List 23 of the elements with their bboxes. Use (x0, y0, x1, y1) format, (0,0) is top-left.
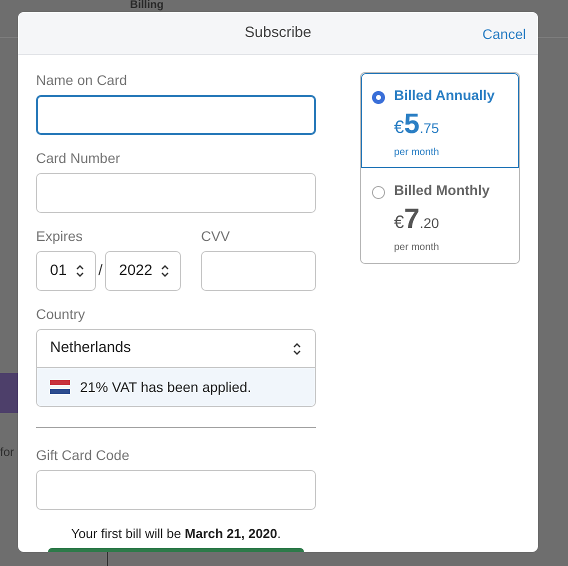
field-label: Gift Card Code (36, 446, 130, 464)
cancel-button[interactable]: Cancel (482, 24, 526, 45)
year-select[interactable]: 2022 (105, 251, 181, 291)
vat-text: 21% VAT has been applied. (80, 378, 252, 397)
page-title: Billing (130, 0, 164, 11)
field-label: Expires (36, 227, 84, 245)
field-label: Name on Card (36, 71, 128, 89)
dialog-title: Subscribe (244, 22, 312, 43)
field-label: Card Number (36, 149, 122, 167)
plan-name: Billed Monthly (394, 181, 490, 200)
plan-name: Billed Annually (394, 86, 495, 105)
plan-option[interactable]: Billed Annually €5.75 per month (361, 73, 519, 168)
field-label: Country (36, 305, 86, 323)
first-bill-text: Your first bill will be March 21, 2020. (71, 525, 281, 543)
page-text: for (0, 445, 14, 459)
month-select[interactable]: 01 (36, 251, 96, 291)
plan-option[interactable]: Billed Monthly €7.20 per month (361, 168, 519, 263)
date-separator: / (97, 260, 104, 281)
plan-price: €7.20 (394, 203, 440, 236)
plan-price: €5.75 (394, 108, 440, 141)
plan-period: per month (394, 146, 440, 160)
plan-period: per month (394, 241, 440, 255)
field-label: CVV (201, 227, 231, 245)
